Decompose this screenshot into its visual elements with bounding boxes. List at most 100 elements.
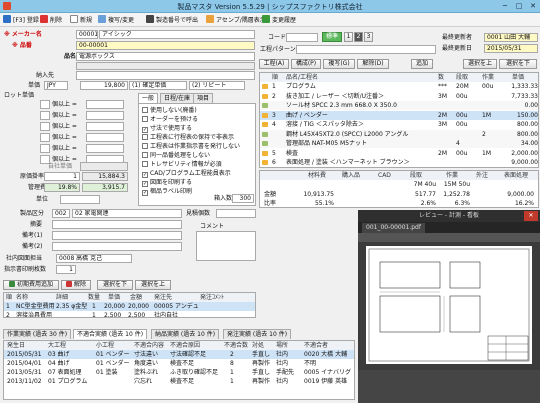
option-checkbox[interactable]: オーダーを预ける xyxy=(142,115,198,124)
division-select[interactable]: 02 家電関連 xyxy=(72,209,182,218)
lot-price-input[interactable] xyxy=(86,111,124,120)
checkbox-box[interactable] xyxy=(142,134,148,140)
division-code[interactable]: 002 xyxy=(52,209,70,218)
notes-input[interactable] xyxy=(52,220,182,229)
preview-close-button[interactable]: ✕ xyxy=(524,211,538,221)
bottom-tab[interactable]: 不適合実績 (過去 10 件) xyxy=(73,329,148,339)
close-button[interactable]: ✕ xyxy=(526,1,540,11)
process-row[interactable]: 5 検査 2M 00u 1M 2,000.00 xyxy=(260,148,538,158)
checkbox-box[interactable] xyxy=(142,107,148,113)
print-count-input[interactable]: 1 xyxy=(56,265,76,274)
price-type-select[interactable]: (1) 確定単価 xyxy=(129,81,187,90)
upload-button[interactable]: アセンブ/隅層表示 xyxy=(206,15,266,25)
box-qty-input[interactable]: 300 xyxy=(232,194,254,203)
checkbox-box[interactable] xyxy=(142,116,148,122)
maker-code-input[interactable]: 00001 xyxy=(76,30,98,39)
register-button[interactable]: [F3] 登録 xyxy=(3,15,39,25)
checkbox-box[interactable] xyxy=(142,152,148,158)
process-row[interactable]: 1 プログラム *** 20M 00u 1,333.33 xyxy=(260,82,538,91)
select-down-button[interactable]: 選択を下 xyxy=(499,59,537,69)
cost-rate-input[interactable]: 1 xyxy=(44,172,80,181)
delivery-input[interactable] xyxy=(76,71,255,80)
unit-select[interactable] xyxy=(60,195,100,204)
checkbox-box[interactable] xyxy=(142,143,148,149)
option-checkbox[interactable]: 工程表は作業指示書を発行しない xyxy=(142,142,240,151)
code-input[interactable] xyxy=(286,33,318,42)
option-checkbox[interactable]: ✓ CAD/プログラム工程能員表示 xyxy=(142,169,231,178)
process-row[interactable]: 4 溶接 / TIG ＜スパッタ除去＞ 3M 00u 800.00 xyxy=(260,120,538,129)
config-button[interactable]: 構成(P) xyxy=(291,59,321,69)
parts-row[interactable]: 2 溶接治具費用 1 2,500 2,500 社内自社 xyxy=(4,310,255,317)
process-button[interactable]: 工程(A) xyxy=(259,59,289,69)
select-up-button[interactable]: 選択を上 xyxy=(463,59,497,69)
process-pattern-select[interactable] xyxy=(296,45,436,54)
checkbox-box[interactable] xyxy=(142,161,148,167)
page-3-button[interactable]: 3 xyxy=(364,32,373,42)
price-input[interactable]: 19,800 xyxy=(80,81,128,90)
lot-price-input[interactable] xyxy=(86,144,124,153)
tab-general[interactable]: 一般 xyxy=(138,93,159,103)
add-initial-cost-button[interactable]: 初期費用追加 xyxy=(3,280,59,290)
lot-qty-input[interactable] xyxy=(40,133,50,142)
make-drawing-button[interactable]: 製造番号で呼出 xyxy=(146,15,198,25)
process-row[interactable]: 6 表面処理 / 塗装 ＜ハンマーネット ブラウン＞ 9,000.00 xyxy=(260,158,538,167)
lot-price-input[interactable] xyxy=(86,133,124,142)
standard-button[interactable]: 標準 xyxy=(322,32,342,42)
process-row[interactable]: 鋼材 L45X45XT2.0 (SPCC) L2000 アングル 2 800.00 xyxy=(260,129,538,139)
option-checkbox[interactable]: ✓ 図面を印刷する xyxy=(142,178,192,187)
ncr-row[interactable]: 2013/05/31 07 表面処理 01 塗装 塗料ぶれ ふき取り確認不足 1 手直し 手配… xyxy=(4,368,354,377)
tab-schedule[interactable]: 日程/在庫 xyxy=(160,93,195,103)
process-row[interactable]: 管理部品 NAT-M05 M5ナット 4 34.00 xyxy=(260,139,538,148)
option-checkbox[interactable]: ✓ 梱品ラベル印刷 xyxy=(142,187,192,196)
copy-change-button[interactable]: 複写/変更 xyxy=(98,15,134,25)
process-row[interactable]: 3 曲げ / ベンダー 2M 00u 1M 150.00 xyxy=(260,110,538,120)
product-name-input[interactable]: 電源ボックス xyxy=(76,52,255,61)
mgmt-cost-pct[interactable]: 19.8% xyxy=(44,183,80,192)
preview-file-tab[interactable]: 001_00-00001.pdf xyxy=(362,223,425,233)
part-number-input[interactable]: 00-00001 xyxy=(76,41,255,50)
unregister-button[interactable]: 解除(D) xyxy=(357,59,389,69)
bottom-tab[interactable]: 作業実績 (過去 30 件) xyxy=(3,329,72,339)
option-checkbox[interactable]: 同一品番処理をしない xyxy=(142,151,210,160)
currency-select[interactable]: JPY xyxy=(44,81,68,90)
lot-qty-input[interactable] xyxy=(40,111,50,120)
bottom-tab[interactable]: 発注実績 (過去 10 件) xyxy=(223,329,292,339)
lot-price-input[interactable] xyxy=(86,100,124,109)
process-row[interactable]: ソール材 SPCC 2.3 mm 668.0 X 350.0 0.00 xyxy=(260,101,538,110)
ncr-row[interactable]: 2015/05/31 03 曲げ 01 ベンダー 寸法違い 寸法確認不足 2 手直し 社内 00… xyxy=(4,350,354,359)
lot-qty-input[interactable] xyxy=(40,100,50,109)
checkbox-box[interactable]: ✓ xyxy=(142,190,148,196)
remark1-input[interactable] xyxy=(52,231,182,240)
bottom-tab[interactable]: 納品実績 (過去 10 件) xyxy=(151,329,220,339)
option-checkbox[interactable]: 工程表に行程表の保持で非表示 xyxy=(142,133,234,142)
maker-name-input[interactable]: アイシック xyxy=(99,30,255,39)
history-button[interactable]: 変更履歴 xyxy=(262,15,296,25)
staff-select[interactable]: 0008 高橋 克己 xyxy=(56,254,132,263)
add-process-button[interactable]: 追加 xyxy=(411,59,433,69)
process-row[interactable]: 2 抜き加工 / レーザー ＜切断/U注番＞ 3M 00u 7,733.33 xyxy=(260,91,538,101)
copy-process-button[interactable]: 複写(G) xyxy=(323,59,355,69)
comment-input[interactable] xyxy=(196,231,256,261)
lot-qty-input[interactable] xyxy=(40,144,50,153)
minimize-button[interactable]: ─ xyxy=(498,1,512,11)
page-2-button[interactable]: 2 xyxy=(354,32,363,42)
move-down-button[interactable]: 選択を下 xyxy=(97,280,133,290)
remove-part-button[interactable]: 解除 xyxy=(61,280,91,290)
option-checkbox[interactable]: トレサビリティ情報が必須 xyxy=(142,160,222,169)
estimate-input[interactable] xyxy=(216,209,256,218)
ncr-row[interactable]: 2013/11/02 01 プログラム 穴忘れ 検査不足 1 再製作 社内 0019 伊藤 英… xyxy=(4,377,354,386)
self-price-input[interactable] xyxy=(80,162,128,171)
ncr-row[interactable]: 2015/04/01 04 曲げ 01 ベンダー 角度違い 検査不足 8 再製作 社内 不明 xyxy=(4,359,354,368)
lot-price-input[interactable] xyxy=(86,122,124,131)
option-checkbox[interactable]: 使用しない(廃番) xyxy=(142,106,197,115)
page-1-button[interactable]: 1 xyxy=(344,32,353,42)
maximize-button[interactable]: □ xyxy=(512,1,526,11)
new-button[interactable]: 新規 xyxy=(70,15,92,25)
delete-button[interactable]: 削除 xyxy=(40,15,62,25)
move-up-button[interactable]: 選択を上 xyxy=(135,280,171,290)
option-checkbox[interactable]: ✓ 寸法で使用する xyxy=(142,124,192,133)
tab-items[interactable]: 項目 xyxy=(193,93,214,103)
remark2-input[interactable] xyxy=(52,242,182,251)
price-repeat-select[interactable]: (2) リピート xyxy=(189,81,245,90)
lot-qty-input[interactable] xyxy=(40,122,50,131)
